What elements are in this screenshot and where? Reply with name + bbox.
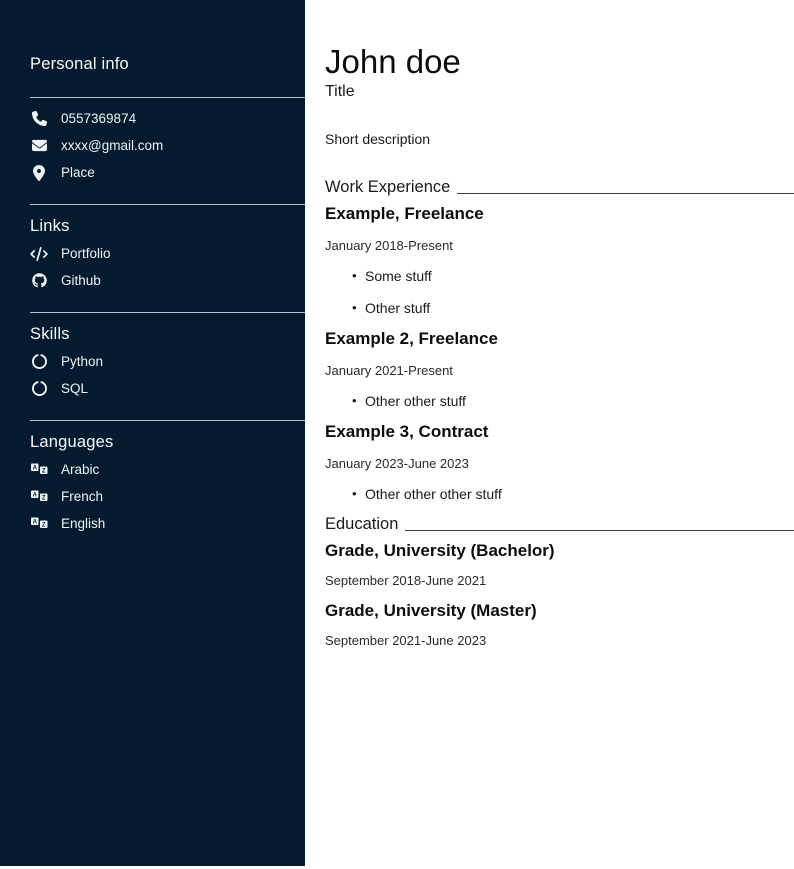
skill-label: SQL — [61, 381, 88, 397]
language-item-english: AZ English — [30, 510, 305, 537]
language-icon: AZ — [30, 517, 48, 530]
skills-list: Python SQL — [30, 348, 305, 402]
experience-entry: Example 2, Freelance January 2021-Presen… — [325, 328, 794, 410]
entry-title: Example 2, Freelance — [325, 328, 794, 350]
language-label: French — [61, 489, 103, 505]
experience-entry: Example, Freelance January 2018-Present … — [325, 203, 794, 317]
personal-info-heading: Personal info — [30, 54, 305, 74]
bullet-list: Some stuff Other stuff — [352, 267, 794, 317]
education-heading: Education — [325, 513, 794, 535]
language-icon: AZ — [30, 463, 48, 476]
link-item-portfolio[interactable]: Portfolio — [30, 240, 305, 267]
divider — [30, 97, 305, 98]
language-label: English — [61, 516, 105, 532]
resume-page: Personal info 0557369874 xxxx@gmail.com — [0, 0, 794, 869]
entry-date: January 2023-June 2023 — [325, 455, 794, 472]
work-experience-heading: Work Experience — [325, 176, 794, 198]
portfolio-link[interactable]: Portfolio — [61, 246, 111, 262]
bullet-item: Some stuff — [352, 267, 794, 285]
links-list: Portfolio Github — [30, 240, 305, 294]
language-label: Arabic — [61, 462, 99, 478]
entry-title: Example 3, Contract — [325, 421, 794, 443]
envelope-icon — [30, 138, 48, 153]
entry-date: January 2018-Present — [325, 237, 794, 254]
svg-text:Z: Z — [41, 469, 45, 475]
education-entry: Grade, University (Master) September 202… — [325, 600, 794, 649]
code-icon — [30, 247, 48, 261]
sidebar-section-links: Links Portfolio Github — [30, 216, 305, 294]
sidebar: Personal info 0557369874 xxxx@gmail.com — [0, 0, 305, 866]
contact-item-place: Place — [30, 159, 305, 186]
divider — [30, 420, 305, 421]
section-heading-label: Work Experience — [325, 176, 450, 198]
svg-text:Z: Z — [41, 496, 45, 502]
circle-notch-icon — [30, 381, 48, 396]
skills-heading: Skills — [30, 324, 305, 344]
bullet-item: Other other other stuff — [352, 485, 794, 503]
entry-title: Grade, University (Master) — [325, 600, 794, 622]
svg-text:Z: Z — [41, 523, 45, 529]
candidate-title: Title — [325, 82, 794, 102]
experience-entry: Example 3, Contract January 2023-June 20… — [325, 421, 794, 503]
language-item-arabic: AZ Arabic — [30, 456, 305, 483]
divider — [30, 204, 305, 205]
entry-date: September 2021-June 2023 — [325, 632, 794, 649]
entry-title: Grade, University (Bachelor) — [325, 540, 794, 562]
location-icon — [30, 165, 48, 181]
github-icon — [30, 273, 48, 288]
github-link[interactable]: Github — [61, 273, 101, 289]
contact-item-email: xxxx@gmail.com — [30, 132, 305, 159]
skill-item-sql: SQL — [30, 375, 305, 402]
language-icon: AZ — [30, 490, 48, 503]
entry-date: January 2021-Present — [325, 362, 794, 379]
place-label: Place — [61, 165, 95, 181]
heading-rule — [405, 530, 794, 531]
candidate-name: John doe — [325, 42, 794, 82]
short-description: Short description — [325, 130, 794, 148]
bullet-item: Other stuff — [352, 299, 794, 317]
svg-text:A: A — [32, 466, 37, 472]
bullet-list: Other other other stuff — [352, 485, 794, 503]
education-entry: Grade, University (Bachelor) September 2… — [325, 540, 794, 589]
sidebar-section-personal-info: Personal info 0557369874 xxxx@gmail.com — [30, 54, 305, 186]
svg-text:A: A — [32, 520, 37, 526]
contact-item-phone: 0557369874 — [30, 105, 305, 132]
svg-text:A: A — [32, 493, 37, 499]
sidebar-section-languages: Languages AZ Arabic AZ French AZ — [30, 432, 305, 537]
email-address: xxxx@gmail.com — [61, 138, 163, 154]
phone-icon — [30, 111, 48, 126]
contact-list: 0557369874 xxxx@gmail.com Place — [30, 105, 305, 186]
language-item-french: AZ French — [30, 483, 305, 510]
circle-notch-icon — [30, 354, 48, 369]
main-content: John doe Title Short description Work Ex… — [325, 0, 794, 869]
entry-title: Example, Freelance — [325, 203, 794, 225]
bullet-list: Other other stuff — [352, 392, 794, 410]
bullet-item: Other other stuff — [352, 392, 794, 410]
entry-date: September 2018-June 2021 — [325, 572, 794, 589]
sidebar-section-skills: Skills Python SQL — [30, 324, 305, 402]
skill-label: Python — [61, 354, 103, 370]
languages-list: AZ Arabic AZ French AZ English — [30, 456, 305, 537]
heading-rule — [457, 193, 794, 194]
link-item-github[interactable]: Github — [30, 267, 305, 294]
section-heading-label: Education — [325, 513, 398, 535]
phone-number: 0557369874 — [61, 111, 136, 127]
skill-item-python: Python — [30, 348, 305, 375]
divider — [30, 312, 305, 313]
links-heading: Links — [30, 216, 305, 236]
languages-heading: Languages — [30, 432, 305, 452]
